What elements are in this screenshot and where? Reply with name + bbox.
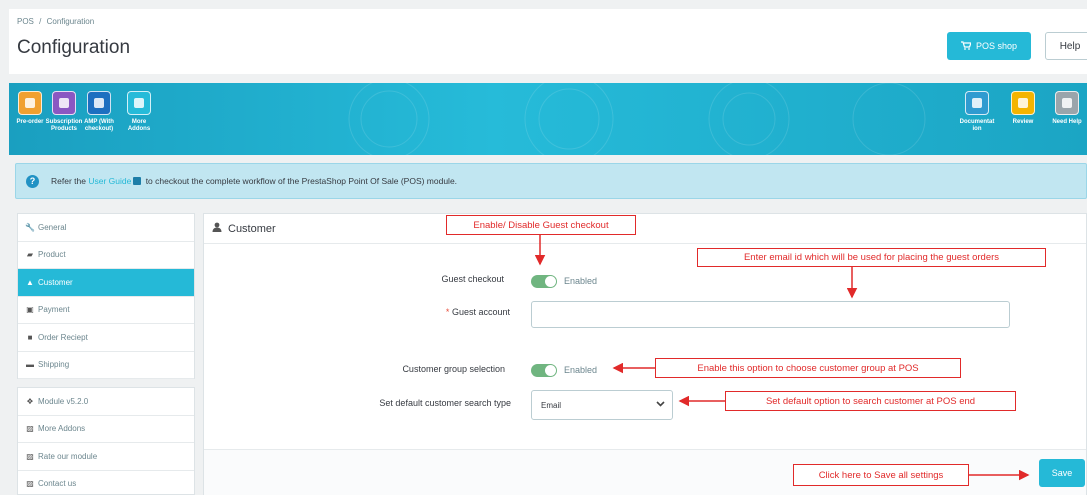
- info-suffix: to checkout the complete workflow of the…: [143, 176, 458, 186]
- external-link-icon: ▨: [26, 424, 34, 434]
- documentation-icon: [965, 91, 989, 115]
- banner-pattern: [348, 83, 926, 155]
- cart-icon: [960, 40, 972, 52]
- sidebar-item-contact-us[interactable]: ▨ Contact us: [18, 471, 194, 495]
- info-prefix: Refer the: [51, 176, 89, 186]
- info-message: Refer the User Guide to checkout the com…: [51, 176, 457, 186]
- external-link-icon: ▨: [26, 451, 34, 461]
- sidebar-item-label: Order Reciept: [38, 332, 88, 342]
- addon-label: Pre-order: [16, 119, 44, 125]
- user-icon: [212, 222, 222, 235]
- external-link-icon: ▨: [26, 479, 34, 489]
- addon-label: More Addons: [127, 119, 151, 132]
- sidebar-item-label: More Addons: [38, 424, 86, 434]
- sidebar-item-shipping[interactable]: ▬ Shipping: [18, 352, 194, 379]
- annotation-customer-group: Enable this option to choose customer gr…: [655, 358, 961, 378]
- sidebar-item-label: Shipping: [38, 360, 70, 370]
- chevron-down-icon: [656, 399, 665, 409]
- sidebar-item-customer[interactable]: ▲ Customer: [18, 269, 194, 297]
- addon-help-circle[interactable]: Need Help: [1047, 91, 1087, 126]
- panel-header: Customer: [204, 214, 1086, 244]
- help-button[interactable]: Help: [1045, 32, 1087, 60]
- addon-star[interactable]: Review: [1003, 91, 1043, 126]
- customer-group-toggle[interactable]: [531, 364, 557, 377]
- sidebar-item-product[interactable]: ▰ Product: [18, 242, 194, 269]
- search-type-select[interactable]: Email: [531, 390, 673, 420]
- user-guide-link[interactable]: User Guide: [88, 176, 131, 186]
- pos-shop-label: POS shop: [975, 41, 1018, 51]
- breadcrumb-separator: /: [39, 17, 42, 26]
- guest-account-text: Guest account: [451, 307, 510, 317]
- payment-icon: ▣: [26, 305, 34, 315]
- addons-banner: Pre-order Subscription Products AMP (With …: [9, 83, 1087, 155]
- sidebar-item-general[interactable]: 🔧 General: [18, 214, 194, 242]
- breadcrumb: POS / Configuration: [17, 17, 97, 26]
- sidebar-item-label: General: [38, 222, 67, 232]
- breadcrumb-configuration: Configuration: [46, 17, 95, 26]
- info-alert: ? Refer the User Guide to checkout the c…: [15, 163, 1087, 199]
- addon-label: Subscription Products: [45, 119, 83, 132]
- product-icon: ▰: [26, 250, 34, 260]
- sidebar-item-label: Contact us: [38, 479, 77, 489]
- page-title: Configuration: [17, 37, 131, 58]
- wrench-icon: 🔧: [25, 222, 35, 232]
- truck-icon: ▬: [26, 360, 34, 370]
- sidebar-item-label: Product: [38, 250, 66, 260]
- required-marker: *: [445, 307, 450, 317]
- sidebar-item-more-addons[interactable]: ▨ More Addons: [18, 416, 194, 443]
- panel-title: Customer: [228, 222, 276, 235]
- annotation-guest-email: Enter email id which will be used for pl…: [697, 248, 1046, 267]
- sidebar-item-label: Customer: [38, 277, 73, 287]
- search-type-label: Set default customer search type: [379, 398, 511, 408]
- customer-group-state: Enabled: [564, 365, 598, 375]
- sidebar-item-payment[interactable]: ▣ Payment: [18, 297, 194, 324]
- addon-amp[interactable]: AMP (With checkout): [79, 91, 119, 133]
- amp-icon: [87, 91, 111, 115]
- addon-documentation[interactable]: Documentat ion: [957, 91, 997, 133]
- sidebar-item-label: Module v5.2.0: [38, 396, 89, 406]
- addon-label: Need Help: [1052, 119, 1082, 125]
- subscription-icon: [52, 91, 76, 115]
- annotation-search-type: Set default option to search customer at…: [725, 391, 1016, 411]
- addon-label: Documentat ion: [959, 119, 995, 132]
- addon-puzzle[interactable]: More Addons: [119, 91, 159, 133]
- sidebar-item-order-reciept[interactable]: ■ Order Reciept: [18, 324, 194, 352]
- puzzle-icon: [127, 91, 151, 115]
- sidebar-item-label: Rate our module: [38, 451, 98, 461]
- guest-checkout-label: Guest checkout: [441, 274, 504, 284]
- external-link-icon: [133, 177, 142, 185]
- help-circle-icon: [1055, 91, 1079, 115]
- guest-account-label: * Guest account: [364, 307, 510, 317]
- sidebar-item-module-v5-2-0[interactable]: ❖ Module v5.2.0: [18, 388, 194, 416]
- addon-label: AMP (With checkout): [84, 119, 114, 132]
- annotation-guest-checkout: Enable/ Disable Guest checkout: [446, 215, 636, 235]
- addon-subscription[interactable]: Subscription Products: [44, 91, 84, 133]
- module-sidebar: ❖ Module v5.2.0 ▨ More Addons ▨ Rate our modu…: [17, 387, 195, 495]
- puzzle-icon: ❖: [26, 396, 34, 406]
- sidebar-item-rate-our-module[interactable]: ▨ Rate our module: [18, 443, 194, 471]
- annotation-save: Click here to Save all settings: [793, 464, 969, 486]
- preorder-icon: [18, 91, 42, 115]
- page-header: POS / Configuration Configuration POS sh…: [9, 9, 1087, 74]
- guest-account-input[interactable]: [531, 301, 1010, 328]
- breadcrumb-pos[interactable]: POS: [17, 17, 34, 26]
- pos-shop-button[interactable]: POS shop: [947, 32, 1031, 60]
- settings-sidebar: 🔧 General ▰ Product ▲ Customer ▣ Payment ■ Order …: [17, 213, 195, 379]
- question-icon: ?: [26, 174, 39, 188]
- star-icon: [1011, 91, 1035, 115]
- guest-checkout-toggle[interactable]: [531, 275, 557, 288]
- sidebar-item-label: Payment: [38, 305, 70, 315]
- user-icon: ▲: [26, 277, 34, 287]
- guest-checkout-state: Enabled: [564, 276, 598, 286]
- addon-label: Review: [1012, 119, 1034, 125]
- file-icon: ■: [27, 332, 33, 342]
- save-button[interactable]: Save: [1039, 459, 1085, 487]
- search-type-value: Email: [541, 400, 562, 410]
- customer-group-label: Customer group selection: [402, 364, 505, 374]
